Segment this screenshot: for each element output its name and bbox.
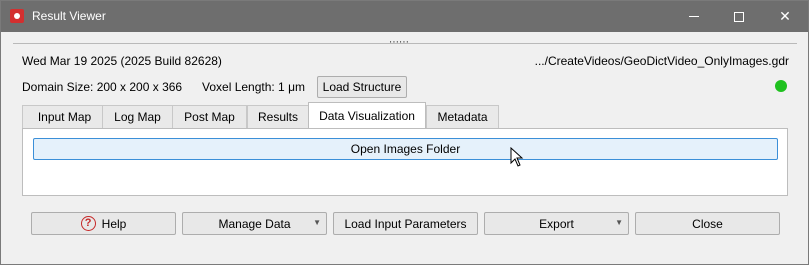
splitter-grip-icon[interactable]: ⋯⋯ xyxy=(389,38,409,48)
help-icon: ? xyxy=(80,216,96,231)
window-title: Result Viewer xyxy=(32,9,106,23)
voxel-length-label: Voxel Length: 1 μm xyxy=(202,80,305,94)
load-input-parameters-button[interactable]: Load Input Parameters xyxy=(333,212,478,235)
app-logo-icon xyxy=(10,9,24,23)
export-button[interactable]: Export ▼ xyxy=(484,212,629,235)
minimize-icon xyxy=(689,16,699,17)
tab-post-map[interactable]: Post Map xyxy=(172,105,247,128)
maximize-button[interactable] xyxy=(717,1,761,32)
chevron-down-icon: ▼ xyxy=(615,218,623,227)
mouse-cursor-icon xyxy=(510,147,524,167)
tab-data-visualization[interactable]: Data Visualization xyxy=(308,102,426,129)
tab-results[interactable]: Results xyxy=(247,105,309,128)
manage-data-button[interactable]: Manage Data ▼ xyxy=(182,212,327,235)
close-icon: ✕ xyxy=(779,8,791,24)
title-bar[interactable]: Result Viewer ✕ xyxy=(1,1,808,32)
tab-input-map[interactable]: Input Map xyxy=(22,105,107,128)
load-structure-button[interactable]: Load Structure xyxy=(317,76,407,98)
close-window-button[interactable]: ✕ xyxy=(763,1,807,32)
date-build-label: Wed Mar 19 2025 (2025 Build 82628) xyxy=(22,54,222,68)
file-path-label: .../CreateVideos/GeoDictVideo_OnlyImages… xyxy=(534,54,789,68)
minimize-button[interactable] xyxy=(672,1,716,32)
tab-metadata[interactable]: Metadata xyxy=(426,105,499,128)
export-label: Export xyxy=(539,216,574,231)
domain-size-label: Domain Size: 200 x 200 x 366 xyxy=(22,80,183,94)
help-button-label: Help xyxy=(101,216,127,231)
close-button[interactable]: Close xyxy=(635,212,780,235)
manage-data-label: Manage Data xyxy=(218,216,291,231)
maximize-icon xyxy=(734,11,744,22)
open-images-folder-button[interactable]: Open Images Folder xyxy=(33,138,778,160)
help-button[interactable]: ? Help xyxy=(31,212,176,235)
tab-log-map[interactable]: Log Map xyxy=(102,105,173,128)
chevron-down-icon: ▼ xyxy=(313,218,321,227)
result-viewer-window: Result Viewer ✕ ⋯⋯ Wed Mar 19 2025 (2025… xyxy=(0,0,809,265)
status-indicator xyxy=(775,80,787,92)
